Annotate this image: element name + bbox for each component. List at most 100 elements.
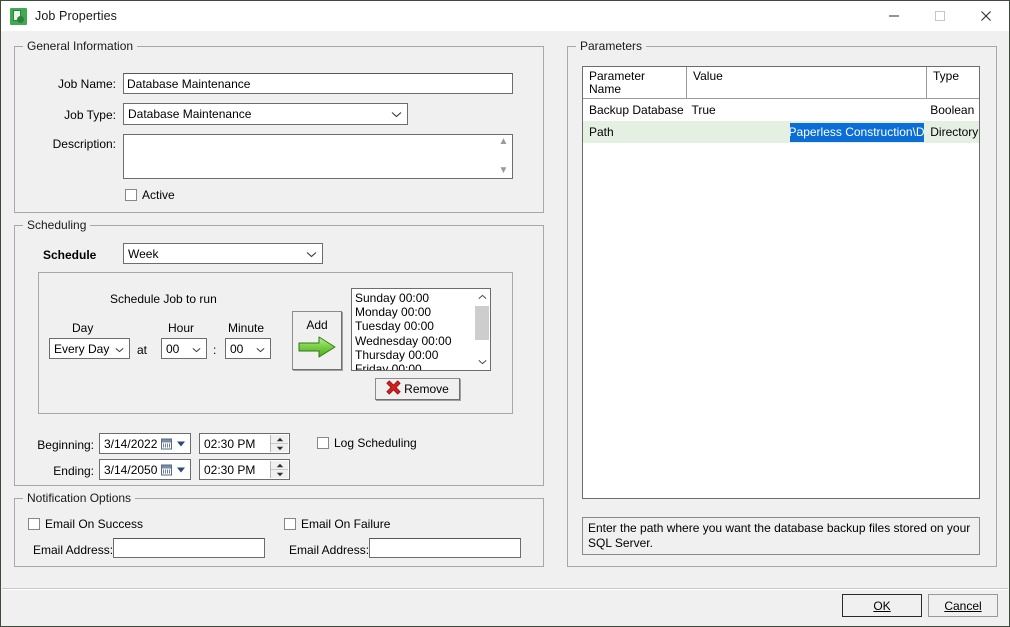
log-scheduling-label: Log Scheduling — [334, 436, 417, 450]
column-header-value[interactable]: Value — [686, 67, 926, 98]
minimize-button[interactable] — [871, 1, 917, 31]
email-on-failure-label: Email On Failure — [301, 517, 391, 531]
list-item[interactable]: Tuesday 00:00 — [355, 319, 474, 333]
scheduling-legend: Scheduling — [23, 218, 91, 232]
log-scheduling-checkbox[interactable]: Log Scheduling — [317, 436, 417, 450]
chevron-down-icon — [256, 341, 265, 357]
cancel-button[interactable]: Cancel — [928, 594, 998, 617]
spinner-up-icon[interactable] — [271, 461, 288, 469]
minute-value: 00 — [230, 342, 244, 356]
email-on-success-checkbox[interactable]: Email On Success — [28, 517, 143, 531]
list-item[interactable]: Monday 00:00 — [355, 305, 474, 319]
chevron-down-icon — [391, 106, 402, 122]
description-scrollbar[interactable]: ▲ ▼ — [496, 136, 511, 177]
beginning-time-spinner[interactable] — [270, 435, 288, 452]
calendar-icon — [161, 464, 172, 475]
close-button[interactable] — [963, 1, 1009, 31]
minimize-icon — [889, 15, 899, 17]
parameters-grid[interactable]: Parameter Name Value Type Backup Databas… — [582, 66, 980, 499]
chevron-down-icon — [306, 246, 317, 262]
email-on-failure-checkbox[interactable]: Email On Failure — [284, 517, 390, 531]
ok-button[interactable]: OK — [842, 594, 922, 617]
list-item[interactable]: Sunday 00:00 — [355, 291, 474, 305]
list-item[interactable]: Thursday 00:00 — [355, 348, 474, 362]
param-value-cell[interactable]: True — [686, 99, 925, 121]
failure-email-address-input[interactable] — [369, 538, 521, 558]
table-row[interactable]: Path Paperless Construction\Database\SQL… — [583, 121, 979, 143]
scroll-down-icon[interactable] — [474, 354, 490, 370]
job-name-input[interactable]: Database Maintenance — [123, 73, 513, 94]
schedule-value: Week — [128, 247, 159, 261]
job-type-value: Database Maintenance — [128, 107, 252, 121]
ending-time-value: 02:30 PM — [204, 463, 256, 477]
scrollbar-thumb[interactable] — [475, 306, 489, 340]
column-header-parameter-name[interactable]: Parameter Name — [583, 67, 686, 98]
beginning-time-input[interactable]: 02:30 PM — [199, 433, 290, 454]
ok-button-label: OK — [873, 598, 891, 613]
spinner-down-icon[interactable] — [271, 470, 288, 478]
remove-button[interactable]: Remove — [375, 378, 460, 400]
schedule-select[interactable]: Week — [123, 243, 323, 264]
remove-button-label: Remove — [404, 382, 449, 396]
at-label: at — [137, 343, 148, 357]
chevron-down-icon — [192, 341, 201, 357]
list-item[interactable]: Wednesday 00:00 — [355, 334, 474, 348]
email-on-success-checkbox-box — [28, 518, 40, 530]
maximize-button[interactable] — [917, 1, 963, 31]
param-name-cell: Backup Database — [589, 103, 684, 117]
job-name-label: Job Name: — [57, 77, 116, 91]
param-name-cell: Path — [589, 125, 614, 139]
beginning-date-picker[interactable]: 3/14/2022 — [99, 433, 191, 454]
spinner-up-icon[interactable] — [271, 435, 288, 443]
list-item[interactable]: Friday 00:00 — [355, 362, 474, 370]
beginning-date-value: 3/14/2022 — [104, 437, 158, 451]
chevron-down-icon — [177, 467, 185, 472]
email-on-success-label: Email On Success — [45, 517, 144, 531]
delete-x-icon — [386, 380, 401, 398]
minute-select[interactable]: 00 — [225, 338, 271, 359]
add-button[interactable]: Add — [292, 311, 342, 370]
calendar-icon — [161, 438, 172, 449]
param-value-editor[interactable]: Paperless Construction\Database\SQL Back… — [686, 122, 925, 142]
schedule-entries-list[interactable]: Sunday 00:00 Monday 00:00 Tuesday 00:00 … — [351, 288, 491, 371]
column-header-line1: Parameter — [589, 69, 646, 83]
arrow-right-icon — [297, 335, 337, 362]
success-email-address-input[interactable] — [113, 538, 265, 558]
schedule-label: Schedule — [43, 248, 97, 262]
description-label: Description: — [52, 137, 116, 151]
description-input[interactable]: ▲ ▼ — [123, 134, 513, 179]
beginning-label: Beginning: — [37, 438, 94, 452]
param-type-cell: Directory — [930, 125, 979, 139]
hour-select[interactable]: 00 — [161, 338, 207, 359]
maximize-icon — [935, 11, 945, 21]
ending-time-input[interactable]: 02:30 PM — [199, 459, 290, 480]
footer-separator-highlight — [2, 589, 1008, 590]
time-colon: : — [213, 343, 217, 357]
table-row[interactable]: Backup Database True Boolean — [583, 99, 979, 121]
spinner-down-icon[interactable] — [271, 444, 288, 452]
parameter-help-text: Enter the path where you want the databa… — [582, 517, 980, 555]
job-properties-window: Job Properties General Information Job N… — [0, 0, 1010, 627]
schedule-list-scrollbar[interactable] — [473, 289, 490, 370]
day-label: Day — [72, 321, 94, 335]
app-icon — [10, 7, 27, 25]
ending-date-picker[interactable]: 3/14/2050 — [99, 459, 191, 480]
param-value-selected-text[interactable]: Paperless Construction\Database\SQL Back… — [789, 122, 925, 142]
scroll-down-icon: ▼ — [498, 165, 509, 176]
log-scheduling-checkbox-box — [317, 437, 329, 449]
job-type-label: Job Type: — [64, 108, 116, 122]
minute-label: Minute — [228, 321, 265, 335]
column-header-type[interactable]: Type — [926, 67, 979, 98]
add-button-label: Add — [306, 318, 328, 332]
beginning-time-value: 02:30 PM — [204, 437, 256, 451]
scroll-up-icon[interactable] — [474, 289, 490, 305]
active-checkbox[interactable]: Active — [125, 188, 175, 202]
day-select[interactable]: Every Day — [49, 338, 130, 359]
general-information-group: General Information — [14, 39, 544, 213]
ending-time-spinner[interactable] — [270, 461, 288, 478]
param-type-cell: Boolean — [930, 103, 975, 117]
job-type-select[interactable]: Database Maintenance — [123, 103, 408, 125]
close-icon — [981, 11, 991, 21]
notification-options-legend: Notification Options — [23, 491, 136, 505]
hour-label: Hour — [168, 321, 195, 335]
